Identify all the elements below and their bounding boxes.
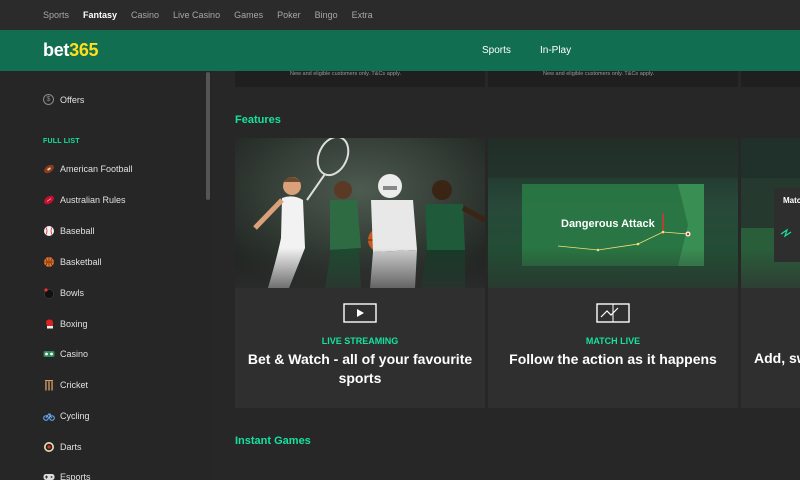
features-heading: Features [235, 114, 281, 126]
offer-banner[interactable]: New and eligible customers only. T&Cs ap… [488, 71, 738, 87]
sidebar-offers[interactable]: $ Offers [43, 94, 84, 105]
offer-banner[interactable]: New and eligible customers only. T&Cs ap… [235, 71, 485, 87]
site-header: bet365 Sports In-Play [0, 30, 800, 71]
card-kicker: MATCH LIVE [585, 336, 641, 346]
gamepad-icon [43, 471, 55, 480]
bowls-icon [43, 287, 55, 299]
offer-banner[interactable] [741, 71, 800, 87]
australian-rules-icon [43, 194, 55, 206]
topnav-bingo[interactable]: Bingo [315, 10, 338, 20]
sidebar-item-bowls[interactable]: Bowls [43, 286, 84, 300]
instant-games-heading: Instant Games [235, 435, 311, 447]
cricket-stumps-icon [43, 379, 55, 391]
feature-card-partial[interactable]: Matc Add, sw [741, 138, 800, 408]
sidebar-item-boxing[interactable]: Boxing [43, 317, 88, 331]
casino-chip-icon [43, 348, 55, 360]
topnav-extra[interactable]: Extra [352, 10, 373, 20]
dartboard-icon [43, 441, 55, 453]
bet365-logo[interactable]: bet365 [43, 40, 99, 61]
header-nav-sports[interactable]: Sports [482, 45, 511, 56]
card-title: Follow the action as it happens [509, 351, 717, 367]
basketball-icon [43, 256, 55, 268]
pitch-tracker-icon [596, 303, 630, 328]
top-navigation: Sports Fantasy Casino Live Casino Games … [0, 0, 800, 30]
topnav-casino[interactable]: Casino [131, 10, 159, 20]
topnav-games[interactable]: Games [234, 10, 263, 20]
sidebar-scrollbar[interactable] [206, 72, 210, 200]
sidebar-item-baseball[interactable]: Baseball [43, 224, 95, 238]
boxing-glove-icon [43, 318, 55, 330]
match-overlay-label: Dangerous Attack [561, 218, 655, 230]
card-title: Add, sw [754, 350, 800, 366]
video-play-icon [343, 303, 377, 328]
topnav-fantasy[interactable]: Fantasy [83, 10, 117, 20]
feature-card-live-streaming[interactable]: LIVE STREAMING Bet & Watch - all of your… [235, 138, 485, 408]
sidebar-item-australian-rules[interactable]: Australian Rules [43, 193, 126, 207]
offers-icon: $ [43, 94, 54, 105]
card-title: Bet & Watch - all of your favourite spor… [247, 351, 473, 386]
sidebar-item-american-football[interactable]: American Football [43, 162, 133, 176]
sidebar-item-darts[interactable]: Darts [43, 440, 82, 454]
sidebar-item-esports[interactable]: Esports [43, 470, 91, 480]
banner-terms: New and eligible customers only. T&Cs ap… [543, 71, 654, 77]
card-kicker: LIVE STREAMING [321, 336, 399, 346]
bicycle-icon [43, 410, 55, 422]
feature-card-match-live[interactable]: Dangerous Attack MATCH LIVE Follow the a… [488, 138, 738, 408]
baseball-icon [43, 225, 55, 237]
sidebar-item-cricket[interactable]: Cricket [43, 378, 88, 392]
topnav-sports[interactable]: Sports [43, 10, 69, 20]
topnav-live-casino[interactable]: Live Casino [173, 10, 220, 20]
sidebar-section-full-list: FULL LIST [43, 138, 80, 145]
header-nav-in-play[interactable]: In-Play [540, 45, 571, 56]
sidebar-item-basketball[interactable]: Basketball [43, 255, 102, 269]
american-football-icon [43, 163, 55, 175]
sidebar-item-cycling[interactable]: Cycling [43, 409, 90, 423]
sidebar [0, 71, 213, 480]
sidebar-item-casino[interactable]: Casino [43, 347, 88, 361]
sidebar-offers-label: Offers [60, 94, 85, 105]
topnav-poker[interactable]: Poker [277, 10, 301, 20]
banner-terms: New and eligible customers only. T&Cs ap… [290, 71, 401, 77]
match-overlay-label: Matc [783, 196, 800, 205]
